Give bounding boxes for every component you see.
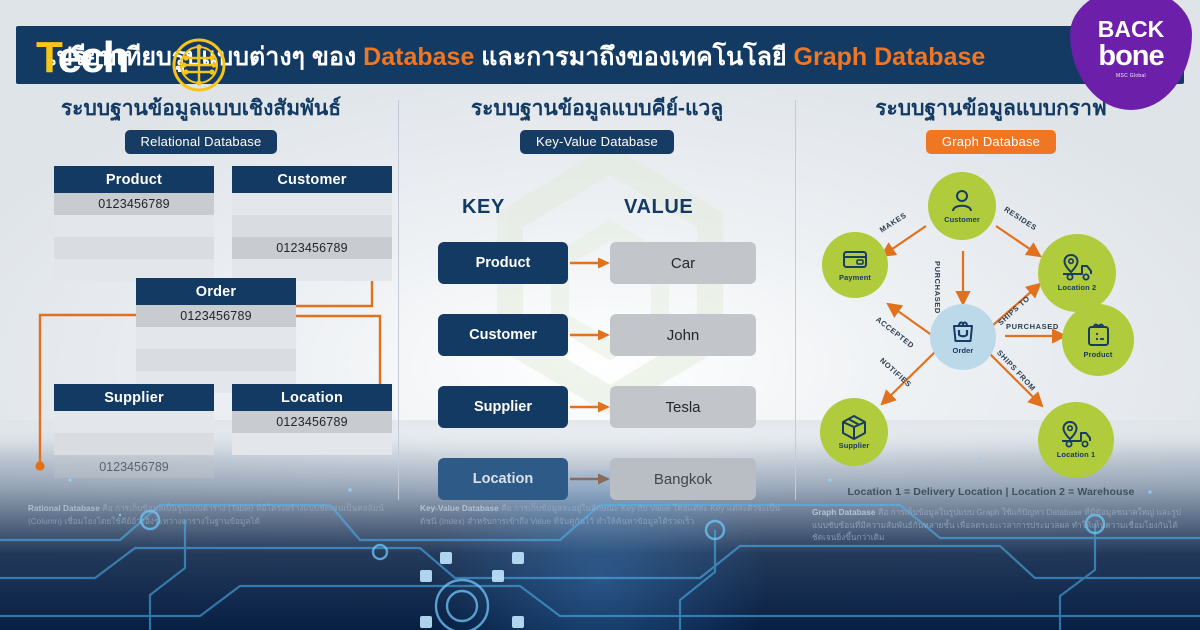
table-header-supplier: Supplier — [54, 384, 214, 411]
graph-node-label-location2: Location 2 — [1057, 283, 1097, 292]
backbone-logo-subtitle: MSC Global — [1116, 73, 1146, 79]
keyvalue-row: Product Car — [438, 242, 756, 284]
graph-node-label-supplier: Supplier — [838, 441, 870, 450]
table-row — [232, 193, 392, 215]
badge-relational-database: Relational Database — [124, 130, 278, 154]
keyvalue-diagram: KEY VALUE Product Car Customer John Supp… — [406, 168, 788, 558]
badge-keyvalue-database: Key-Value Database — [520, 130, 674, 154]
footnote-keyvalue: Key-Value Database คือ การเก็บข้อมูลจะอย… — [420, 503, 792, 528]
column-divider-left — [398, 100, 399, 500]
table-row — [136, 327, 296, 349]
keyvalue-value-bangkok: Bangkok — [610, 458, 756, 500]
title-part-database: Database — [363, 43, 475, 71]
table-order: Order 0123456789 — [136, 278, 296, 393]
graph-edge-label-purchased-product: PURCHASED — [1006, 322, 1059, 331]
keyvalue-row: Location Bangkok — [438, 458, 756, 500]
table-row — [54, 237, 214, 259]
table-header-location: Location — [232, 384, 392, 411]
table-customer: Customer 0123456789 — [232, 166, 392, 281]
keyvalue-value-tesla: Tesla — [610, 386, 756, 428]
keyvalue-header-key: KEY — [462, 196, 505, 218]
column-keyvalue: ระบบฐานข้อมูลแบบคีย์-แวลู Key-Value Data… — [406, 96, 788, 566]
table-key-row-supplier: 0123456789 — [54, 456, 214, 478]
keyvalue-value-car: Car — [610, 242, 756, 284]
footnote-relational: Rational Database คือ การเก็บข้อมูลเป็นร… — [28, 503, 400, 528]
delivery-truck-pin-icon — [1062, 421, 1091, 448]
table-key-row-location: 0123456789 — [232, 411, 392, 433]
keyvalue-row: Supplier Tesla — [438, 386, 756, 428]
keyvalue-key-location: Location — [438, 458, 568, 500]
arrow-right-icon — [570, 473, 610, 485]
shopping-bag-icon — [953, 321, 973, 342]
keyvalue-row: Customer John — [438, 314, 756, 356]
graph-node-label-payment: Payment — [839, 273, 871, 282]
graph-node-label-customer: Customer — [944, 215, 980, 224]
graph-node-payment[interactable]: Payment — [822, 232, 888, 298]
graph-node-label-location1: Location 1 — [1056, 450, 1096, 459]
keyvalue-key-product: Product — [438, 242, 568, 284]
credit-card-icon — [843, 251, 867, 268]
table-key-row-customer: 0123456789 — [232, 237, 392, 259]
backbone-logo-back: BACK — [1097, 16, 1165, 42]
footnote-keyvalue-title: Key-Value Database — [420, 504, 499, 513]
graph-node-supplier[interactable]: Supplier — [820, 398, 888, 466]
table-row — [232, 215, 392, 237]
backbone-logo-bone: bone — [1098, 40, 1164, 72]
keyvalue-header-value: VALUE — [624, 196, 694, 218]
keyvalue-key-customer: Customer — [438, 314, 568, 356]
table-header-customer: Customer — [232, 166, 392, 193]
table-supplier: Supplier — [54, 384, 214, 455]
table-key-row-product: 0123456789 — [54, 193, 214, 215]
table-product: Product 0123456789 — [54, 166, 214, 281]
table-location: Location 0123456789 — [232, 384, 392, 455]
table-row — [54, 411, 214, 433]
title-part-graph-database: Graph Database — [793, 43, 986, 71]
keyvalue-key-supplier: Supplier — [438, 386, 568, 428]
table-row — [136, 349, 296, 371]
footnote-relational-title: Rational Database — [28, 504, 100, 513]
page-title: เปรียบเทียบรูปแบบต่างๆ ของ Database และก… — [48, 40, 1088, 74]
graph-node-customer[interactable]: Customer — [928, 172, 996, 240]
arrow-right-icon — [570, 401, 610, 413]
graph-legend-caption: Location 1 = Delivery Location | Locatio… — [847, 486, 1135, 498]
graph-node-location1[interactable]: Location 1 — [1038, 402, 1114, 478]
shirt-tag-icon — [1087, 323, 1109, 346]
footnote-graph: Graph Database คือ การเก็บข้อมูลในรูปแบบ… — [812, 507, 1184, 545]
graph-diagram: Customer Payment Location 2 Order Produc… — [800, 156, 1182, 556]
footnote-graph-title: Graph Database — [812, 508, 876, 517]
graph-node-location2[interactable]: Location 2 — [1038, 234, 1116, 312]
arrow-right-icon — [570, 329, 610, 341]
title-part-mid: และการมาถึงของเทคโนโลยี — [474, 43, 794, 71]
package-box-icon — [842, 415, 866, 440]
column-title-relational: ระบบฐานข้อมูลแบบเชิงสัมพันธ์ — [60, 97, 342, 120]
arrow-right-icon — [570, 257, 610, 269]
person-icon — [952, 190, 972, 212]
graph-node-label-product: Product — [1083, 350, 1113, 359]
graph-node-label-order: Order — [952, 346, 974, 355]
column-graph: ระบบฐานข้อมูลแบบกราฟ Graph Database Cust… — [800, 96, 1182, 566]
table-header-order: Order — [136, 278, 296, 305]
badge-graph-database: Graph Database — [925, 130, 1057, 154]
table-key-row-order: 0123456789 — [136, 305, 296, 327]
keyvalue-value-john: John — [610, 314, 756, 356]
table-row — [232, 433, 392, 455]
relational-diagram: Product 0123456789 Customer 0123456789 O… — [10, 166, 392, 556]
title-part-pre: เปรียบเทียบรูปแบบต่างๆ ของ — [48, 43, 364, 71]
graph-edge-label-purchased-customer: PURCHASED — [933, 261, 942, 314]
column-title-keyvalue: ระบบฐานข้อมูลแบบคีย์-แวลู — [470, 97, 724, 120]
table-row — [54, 433, 214, 455]
table-row — [54, 215, 214, 237]
delivery-truck-pin-icon — [1063, 254, 1092, 281]
column-relational: ระบบฐานข้อมูลแบบเชิงสัมพันธ์ Relational … — [10, 96, 392, 566]
graph-node-product[interactable]: Product — [1062, 304, 1134, 376]
backbone-logo: BACK bone MSC Global — [1070, 0, 1192, 110]
column-divider-right — [795, 100, 796, 500]
table-header-product: Product — [54, 166, 214, 193]
infographic-page: เปรียบเทียบรูปแบบต่างๆ ของ Database และก… — [0, 0, 1200, 630]
